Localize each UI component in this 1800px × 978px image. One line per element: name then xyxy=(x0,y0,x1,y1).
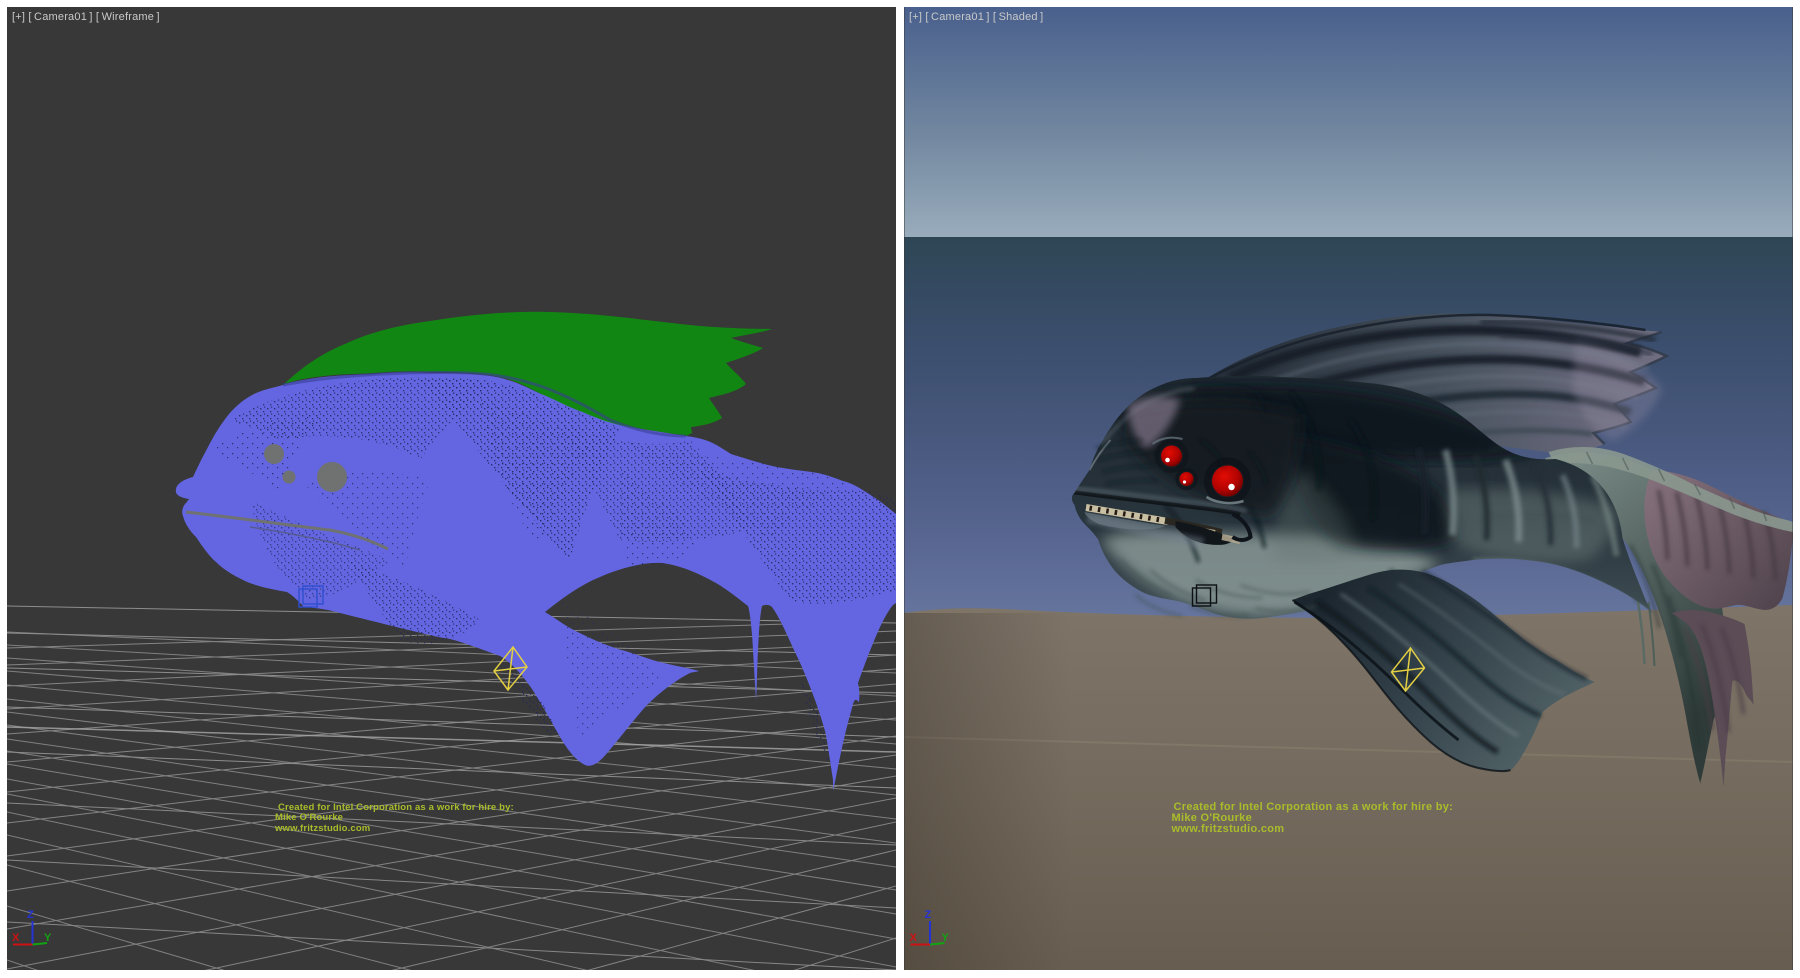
svg-text:Z: Z xyxy=(925,909,932,921)
svg-text:Z: Z xyxy=(27,909,34,921)
svg-text:www.fritzstudio.com: www.fritzstudio.com xyxy=(274,823,370,834)
svg-text:X: X xyxy=(910,932,918,944)
svg-text:Mike O'Rourke: Mike O'Rourke xyxy=(275,812,343,823)
svg-text:www.fritzstudio.com: www.fritzstudio.com xyxy=(1171,823,1285,835)
svg-text:Y: Y xyxy=(44,932,52,944)
svg-text:Y: Y xyxy=(942,932,950,944)
svg-text:X: X xyxy=(12,932,20,944)
